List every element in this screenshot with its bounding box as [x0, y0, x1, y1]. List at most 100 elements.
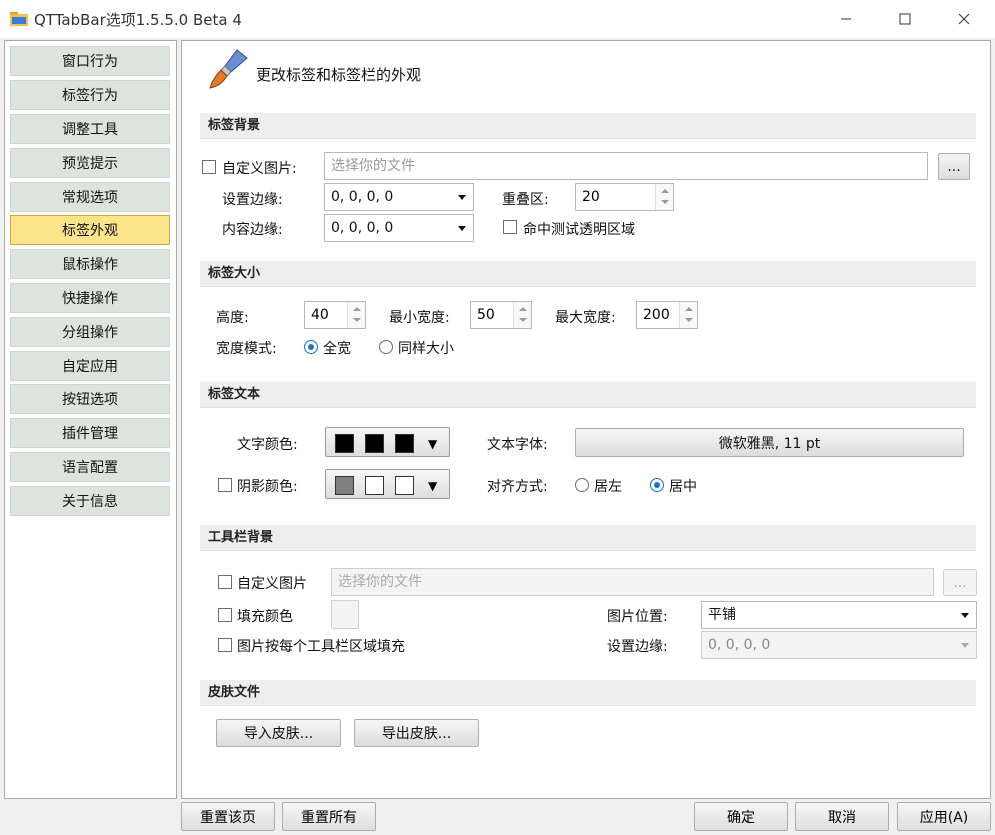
section-skin-file: 皮肤文件: [200, 680, 976, 706]
spinner-buttons[interactable]: [513, 302, 531, 328]
fill-color-button[interactable]: [331, 600, 359, 629]
hit-test-checkbox[interactable]: [503, 220, 517, 234]
per-area-fill-checkbox[interactable]: [218, 638, 232, 652]
width-mode-full-radio[interactable]: [304, 340, 318, 354]
page-heading: 更改标签和标签栏的外观: [256, 66, 422, 84]
sidebar-item-general[interactable]: 常规选项: [10, 182, 170, 212]
sidebar: 窗口行为 标签行为 调整工具 预览提示 常规选项 标签外观 鼠标操作 快捷操作 …: [4, 40, 177, 799]
custom-image-checkbox[interactable]: [202, 160, 216, 174]
shadow-color-checkbox[interactable]: [218, 478, 232, 492]
sidebar-item-tab-behavior[interactable]: 标签行为: [10, 80, 170, 110]
margin-label: 设置边缘:: [222, 192, 283, 208]
reset-all-button[interactable]: 重置所有: [282, 802, 376, 831]
section-tab-text: 标签文本: [200, 382, 976, 408]
shadow-color-label: 阴影颜色:: [237, 479, 298, 495]
content-margin-label: 内容边缘:: [222, 222, 283, 238]
toolbar-image-browse-button[interactable]: ...: [943, 569, 977, 596]
width-mode-same-radio[interactable]: [379, 340, 393, 354]
custom-image-label: 自定义图片:: [222, 161, 297, 177]
cancel-button[interactable]: 取消: [795, 802, 889, 831]
text-color-swatch-1: [335, 434, 354, 453]
shadow-color-picker[interactable]: ▼: [325, 469, 450, 499]
spinner-buttons[interactable]: [679, 302, 697, 328]
section-tab-size: 标签大小: [200, 261, 976, 287]
dropdown-triangle-icon: ▼: [428, 437, 438, 451]
maximize-button[interactable]: [882, 0, 928, 38]
image-position-dropdown[interactable]: 平铺: [701, 601, 977, 629]
overlap-value: 20: [582, 189, 600, 205]
toolbar-margin-value: 0, 0, 0, 0: [708, 637, 771, 653]
spin-up-icon: [685, 307, 693, 311]
fill-color-checkbox[interactable]: [218, 608, 232, 622]
spin-up-icon: [519, 307, 527, 311]
content-margin-dropdown[interactable]: 0, 0, 0, 0: [324, 214, 474, 242]
close-button[interactable]: [941, 0, 987, 38]
min-width-label: 最小宽度:: [389, 310, 450, 326]
font-button[interactable]: 微软雅黑, 11 pt: [575, 428, 964, 457]
dropdown-triangle-icon: ▼: [428, 479, 438, 493]
width-mode-label: 宽度模式:: [216, 341, 277, 357]
fill-color-label: 填充颜色: [237, 609, 293, 625]
chevron-down-icon: [458, 226, 466, 231]
align-center-label: 居中: [669, 479, 697, 495]
spin-up-icon: [353, 307, 361, 311]
tab-image-browse-button[interactable]: ...: [938, 153, 970, 180]
apply-button[interactable]: 应用(A): [897, 802, 991, 831]
sidebar-item-shortcuts[interactable]: 快捷操作: [10, 283, 170, 313]
sidebar-item-preview-tips[interactable]: 预览提示: [10, 148, 170, 178]
spinner-buttons[interactable]: [347, 302, 365, 328]
toolbar-custom-image-label: 自定义图片: [237, 576, 307, 592]
folder-app-icon: [10, 12, 28, 26]
align-left-radio[interactable]: [575, 478, 589, 492]
title-bar: QTTabBar选项1.5.5.0 Beta 4: [0, 0, 995, 38]
close-icon: [958, 13, 970, 25]
image-position-value: 平铺: [708, 607, 736, 623]
maximize-icon: [899, 13, 911, 25]
sidebar-item-language[interactable]: 语言配置: [10, 452, 170, 482]
import-skin-button[interactable]: 导入皮肤...: [216, 719, 341, 747]
spin-down-icon: [661, 200, 669, 204]
sidebar-item-plugins[interactable]: 插件管理: [10, 418, 170, 448]
reset-page-button[interactable]: 重置该页: [181, 802, 275, 831]
toolbar-margin-label: 设置边缘:: [607, 639, 668, 655]
min-width-spinner[interactable]: 50: [470, 301, 532, 329]
toolbar-custom-image-checkbox[interactable]: [218, 575, 232, 589]
height-value: 40: [311, 307, 329, 323]
export-skin-button[interactable]: 导出皮肤...: [354, 719, 479, 747]
toolbar-margin-dropdown[interactable]: 0, 0, 0, 0: [701, 631, 977, 659]
sidebar-item-tweaks[interactable]: 调整工具: [10, 114, 170, 144]
toolbar-image-file-input[interactable]: 选择你的文件: [331, 568, 934, 596]
overlap-spinner[interactable]: 20: [575, 183, 674, 211]
sidebar-item-groups[interactable]: 分组操作: [10, 317, 170, 347]
margin-value: 0, 0, 0, 0: [331, 189, 394, 205]
content-margin-value: 0, 0, 0, 0: [331, 220, 394, 236]
ok-button[interactable]: 确定: [694, 802, 788, 831]
chevron-down-icon: [458, 195, 466, 200]
sidebar-item-about[interactable]: 关于信息: [10, 486, 170, 516]
text-color-swatch-2: [365, 434, 384, 453]
spin-down-icon: [519, 318, 527, 322]
minimize-button[interactable]: [823, 0, 869, 38]
shadow-color-swatch-1: [335, 476, 354, 495]
tab-image-file-input[interactable]: 选择你的文件: [324, 152, 928, 180]
align-center-radio[interactable]: [650, 478, 664, 492]
sidebar-item-buttons[interactable]: 按钮选项: [10, 384, 170, 414]
sidebar-item-apps[interactable]: 自定应用: [10, 351, 170, 381]
text-color-swatch-3: [395, 434, 414, 453]
spin-down-icon: [353, 318, 361, 322]
align-label: 对齐方式:: [487, 479, 548, 495]
spin-down-icon: [685, 318, 693, 322]
sidebar-item-mouse[interactable]: 鼠标操作: [10, 249, 170, 279]
paintbrush-icon: [209, 49, 248, 89]
window-title: QTTabBar选项1.5.5.0 Beta 4: [34, 11, 242, 29]
sidebar-item-tab-appearance[interactable]: 标签外观: [10, 215, 170, 245]
height-spinner[interactable]: 40: [304, 301, 366, 329]
spin-up-icon: [661, 189, 669, 193]
margin-dropdown[interactable]: 0, 0, 0, 0: [324, 183, 474, 211]
max-width-value: 200: [643, 307, 670, 323]
overlap-label: 重叠区:: [502, 192, 549, 208]
text-color-picker[interactable]: ▼: [325, 427, 450, 457]
max-width-spinner[interactable]: 200: [636, 301, 698, 329]
sidebar-item-window-behavior[interactable]: 窗口行为: [10, 46, 170, 76]
spinner-buttons[interactable]: [655, 184, 673, 210]
